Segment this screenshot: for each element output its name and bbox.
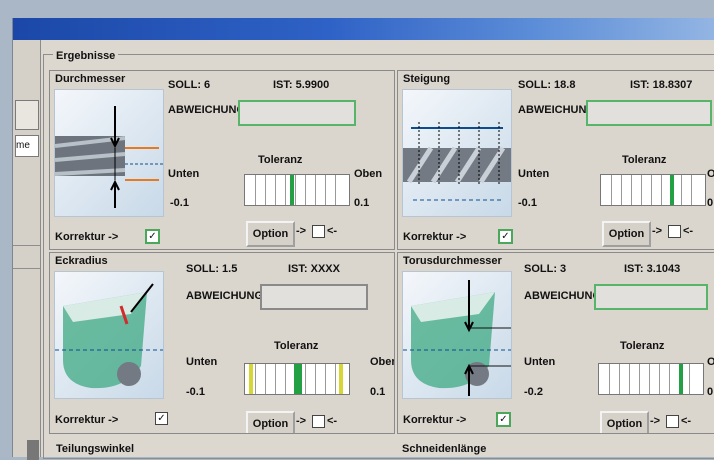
tolerance-marker	[294, 364, 302, 394]
option-arrow-right: <-	[681, 415, 692, 427]
deviation-indicator-box	[238, 100, 356, 126]
correction-checkbox[interactable]: ✓	[498, 229, 513, 244]
ist-value: IST: 3.1043	[624, 263, 681, 275]
left-panel: me	[13, 40, 41, 460]
left-divider-2	[13, 268, 40, 269]
left-bottom-control[interactable]	[27, 440, 39, 460]
option-arrow-left: ->	[652, 225, 663, 237]
upper-label: Oben	[354, 168, 383, 180]
left-button[interactable]	[15, 100, 39, 130]
soll-value: SOLL: 3	[524, 263, 567, 275]
correction-label: Korrektur ->	[55, 231, 119, 243]
tolerance-label: Toleranz	[622, 154, 667, 166]
deviation-indicator-box	[260, 284, 368, 310]
lower-value: -0.2	[524, 386, 543, 398]
lower-label: Unten	[518, 168, 550, 180]
correction-checkbox[interactable]: ✓	[145, 229, 160, 244]
option-arrow-right: <-	[327, 225, 338, 237]
correction-checkbox[interactable]: ✓	[496, 412, 511, 427]
pitch-illustration	[402, 89, 512, 217]
upper-value: 0	[707, 197, 714, 209]
tolerance-bar	[244, 363, 350, 395]
soll-value: SOLL: 6	[168, 79, 211, 91]
correction-label: Korrektur ->	[403, 231, 467, 243]
lower-label: Unten	[186, 356, 218, 368]
upper-label: O	[707, 356, 714, 368]
ist-value: IST: XXXX	[288, 263, 340, 275]
corner-radius-illustration	[54, 271, 164, 399]
upper-label: O	[707, 168, 714, 180]
lower-label: Unten	[168, 168, 200, 180]
correction-checkbox[interactable]: ✓	[155, 412, 168, 425]
correction-label: Korrektur ->	[55, 414, 119, 426]
lower-value: -0.1	[170, 197, 189, 209]
lower-label: Unten	[524, 356, 556, 368]
window-titlebar	[13, 18, 714, 40]
option-button[interactable]: Option	[600, 411, 649, 433]
option-checkbox[interactable]	[312, 225, 325, 238]
soll-value: SOLL: 1.5	[186, 263, 238, 275]
upper-value: 0.1	[370, 386, 386, 398]
corner-radius-panel: Eckradius SOLL: 1.5 IST: XXXX ABWEICHUNG…	[49, 252, 395, 434]
upper-value: 0.1	[354, 197, 370, 209]
option-arrow-right: <-	[327, 415, 338, 427]
tolerance-marker	[679, 364, 683, 394]
option-arrow-right: <-	[683, 225, 694, 237]
lower-value: -0.1	[186, 386, 205, 398]
option-arrow-left: ->	[296, 415, 307, 427]
panel-title: Steigung	[403, 73, 451, 85]
upper-value: 0	[707, 386, 714, 398]
left-name-field[interactable]: me	[15, 135, 39, 157]
deviation-indicator-box	[586, 100, 712, 126]
diameter-illustration	[54, 89, 164, 217]
screen-frame: me Ergebnisse Durchmesser SOLL: 6 IST: 5…	[0, 0, 714, 460]
option-checkbox[interactable]	[666, 415, 679, 428]
diameter-panel: Durchmesser SOLL: 6 IST: 5.9900 ABWEICHU…	[49, 70, 395, 250]
tolerance-label: Toleranz	[620, 340, 665, 352]
upper-label: Oben	[370, 356, 394, 368]
application-window: me Ergebnisse Durchmesser SOLL: 6 IST: 5…	[12, 18, 714, 460]
deviation-indicator-box	[594, 284, 708, 310]
option-checkbox[interactable]	[668, 225, 681, 238]
option-arrow-left: ->	[650, 415, 661, 427]
ist-value: IST: 5.9900	[273, 79, 330, 91]
pitch-panel: Steigung SOLL: 18.8 IST: 18.8307 ABWEICH…	[397, 70, 714, 250]
option-checkbox[interactable]	[312, 415, 325, 428]
tolerance-marker	[670, 175, 674, 205]
tolerance-marker	[290, 175, 294, 205]
torus-diameter-panel: Torusdurchmesser SOLL: 3 IST: 3.1043 ABW…	[397, 252, 714, 434]
panel-title: Torusdurchmesser	[403, 255, 502, 267]
torus-diameter-illustration	[402, 271, 512, 399]
tolerance-bar	[598, 363, 704, 395]
tolerance-label: Toleranz	[274, 340, 319, 352]
option-arrow-left: ->	[296, 225, 307, 237]
tolerance-label: Toleranz	[258, 154, 303, 166]
tolerance-bar	[244, 174, 350, 206]
results-group-label: Ergebnisse	[53, 50, 119, 62]
lower-value: -0.1	[518, 197, 537, 209]
option-button[interactable]: Option	[602, 221, 651, 247]
partial-bottom-title-left: Teilungswinkel	[56, 443, 135, 455]
option-button[interactable]: Option	[246, 411, 295, 433]
left-divider	[13, 245, 40, 246]
option-button[interactable]: Option	[246, 221, 295, 247]
ist-value: IST: 18.8307	[630, 79, 693, 91]
soll-value: SOLL: 18.8	[518, 79, 576, 91]
panel-title: Durchmesser	[55, 73, 126, 85]
correction-label: Korrektur ->	[403, 414, 467, 426]
partial-bottom-title-right: Schneidenlänge	[402, 443, 487, 455]
tolerance-bar	[600, 174, 706, 206]
panel-title: Eckradius	[55, 255, 108, 267]
